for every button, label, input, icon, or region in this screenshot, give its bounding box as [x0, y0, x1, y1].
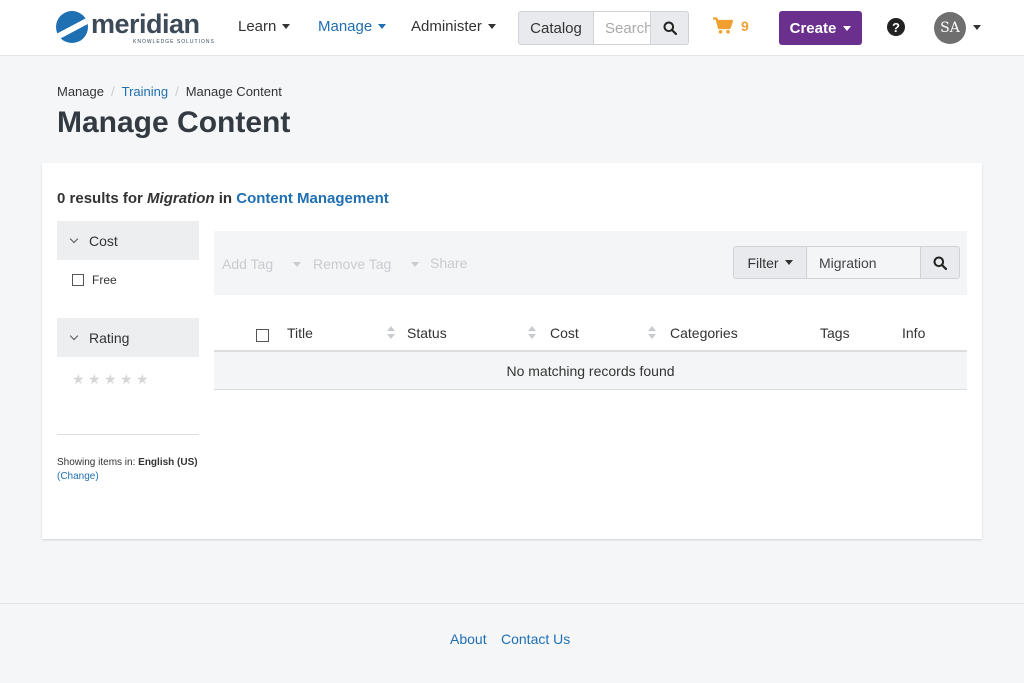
facet-rating-header[interactable]: Rating [57, 318, 199, 357]
facet-cost-header[interactable]: Cost [57, 221, 199, 260]
showing-language: English (US) [138, 457, 198, 468]
caret-down-icon [487, 24, 496, 29]
share-label: Share [430, 255, 468, 271]
sidebar-divider [57, 434, 199, 435]
share-button[interactable]: Share [430, 255, 467, 271]
footer: About Contact Us [0, 603, 1024, 683]
breadcrumb-training[interactable]: Training [122, 84, 168, 99]
search-icon [663, 21, 677, 35]
help-icon[interactable]: ? [887, 18, 905, 36]
rating-stars: ★ ★ ★ ★ ★ [72, 371, 152, 388]
column-categories: Categories [670, 325, 738, 341]
star-4-icon[interactable]: ★ [120, 371, 136, 388]
search-input[interactable]: Search [593, 11, 651, 45]
filter-button[interactable]: Filter [733, 246, 806, 279]
filter-label: Filter [747, 254, 779, 271]
catalog-button[interactable]: Catalog [518, 11, 593, 45]
column-info: Info [902, 325, 926, 341]
create-button[interactable]: Create [779, 11, 862, 45]
nav-administer[interactable]: Administer [411, 18, 496, 35]
logo-tagline: KNOWLEDGE SOLUTIONS [133, 39, 215, 45]
add-tag-button[interactable]: Add Tag [222, 256, 302, 272]
footer-contact-link[interactable]: Contact Us [501, 631, 570, 647]
chevron-down-icon [69, 331, 79, 341]
user-avatar[interactable]: SA [934, 12, 966, 44]
top-navbar: meridian KNOWLEDGE SOLUTIONS Learn Manag… [0, 0, 1024, 56]
column-cost[interactable]: Cost [550, 325, 579, 341]
filter-input[interactable]: Migration [806, 246, 921, 279]
star-1-icon[interactable]: ★ [72, 371, 88, 388]
sort-icon[interactable] [648, 326, 656, 340]
content-panel: 0 results for Migration in Content Manag… [42, 163, 982, 539]
footer-about-link[interactable]: About [450, 631, 487, 647]
global-search: Catalog Search [518, 11, 689, 45]
search-icon [933, 256, 947, 270]
showing-prefix: Showing items in: [57, 457, 136, 468]
cart-button[interactable]: 9 [713, 17, 749, 34]
change-language-link[interactable]: (Change) [57, 471, 99, 482]
star-5-icon[interactable]: ★ [136, 371, 152, 388]
facet-rating-label: Rating [89, 329, 130, 346]
create-button-label: Create [789, 19, 837, 37]
nav-manage-label: Manage [318, 18, 373, 35]
nav-administer-label: Administer [411, 18, 482, 35]
column-title[interactable]: Title [287, 325, 313, 341]
cart-count: 9 [741, 17, 749, 34]
star-3-icon[interactable]: ★ [104, 371, 120, 388]
breadcrumb-separator: / [110, 84, 115, 99]
caret-down-icon [378, 24, 387, 29]
search-button[interactable] [651, 11, 689, 45]
column-tags: Tags [820, 325, 850, 341]
select-all-checkbox[interactable] [256, 329, 269, 342]
nav-manage[interactable]: Manage [318, 18, 387, 35]
meridian-logo[interactable]: meridian KNOWLEDGE SOLUTIONS [56, 11, 215, 45]
column-status[interactable]: Status [407, 325, 447, 341]
results-summary: 0 results for Migration in Content Manag… [57, 190, 389, 207]
nav-learn-label: Learn [238, 18, 277, 35]
language-info: Showing items in: English (US) (Change) [57, 456, 198, 484]
free-checkbox[interactable] [72, 274, 84, 286]
shopping-cart-icon [713, 17, 733, 34]
remove-tag-button[interactable]: Remove Tag [313, 256, 420, 272]
results-scope-link[interactable]: Content Management [236, 190, 389, 207]
breadcrumb-current: Manage Content [185, 84, 282, 99]
star-2-icon[interactable]: ★ [88, 371, 104, 388]
breadcrumb: Manage / Training / Manage Content [57, 84, 282, 99]
facet-cost-free[interactable]: Free [72, 273, 117, 287]
filter-search-button[interactable] [921, 246, 960, 279]
sort-icon[interactable] [387, 326, 395, 340]
remove-tag-label: Remove Tag [313, 256, 392, 272]
caret-down-icon [843, 25, 852, 31]
logo-mark-icon [56, 11, 88, 43]
logo-wordmark: meridian [91, 9, 200, 39]
caret-down-icon [411, 261, 420, 267]
table-header: Title Status Cost Categories Tags Info [214, 315, 967, 352]
results-in: in [218, 190, 233, 207]
facet-cost-label: Cost [89, 232, 118, 249]
add-tag-label: Add Tag [222, 256, 274, 272]
empty-table-message: No matching records found [214, 352, 967, 390]
content-toolbar: Add Tag Remove Tag Share Filter Migratio… [214, 231, 967, 295]
nav-learn[interactable]: Learn [238, 18, 291, 35]
caret-down-icon [282, 24, 291, 29]
results-query: Migration [147, 190, 215, 207]
chevron-down-icon [69, 234, 79, 244]
page-title: Manage Content [57, 106, 291, 139]
user-menu-caret-icon[interactable] [973, 25, 981, 30]
breadcrumb-manage: Manage [57, 84, 104, 99]
sort-icon[interactable] [528, 326, 536, 340]
facet-free-label: Free [92, 273, 117, 287]
results-prefix: 0 results for [57, 190, 143, 207]
breadcrumb-separator: / [175, 84, 179, 99]
caret-down-icon [784, 260, 793, 265]
caret-down-icon [293, 261, 302, 267]
filter-group: Filter Migration [733, 246, 960, 279]
